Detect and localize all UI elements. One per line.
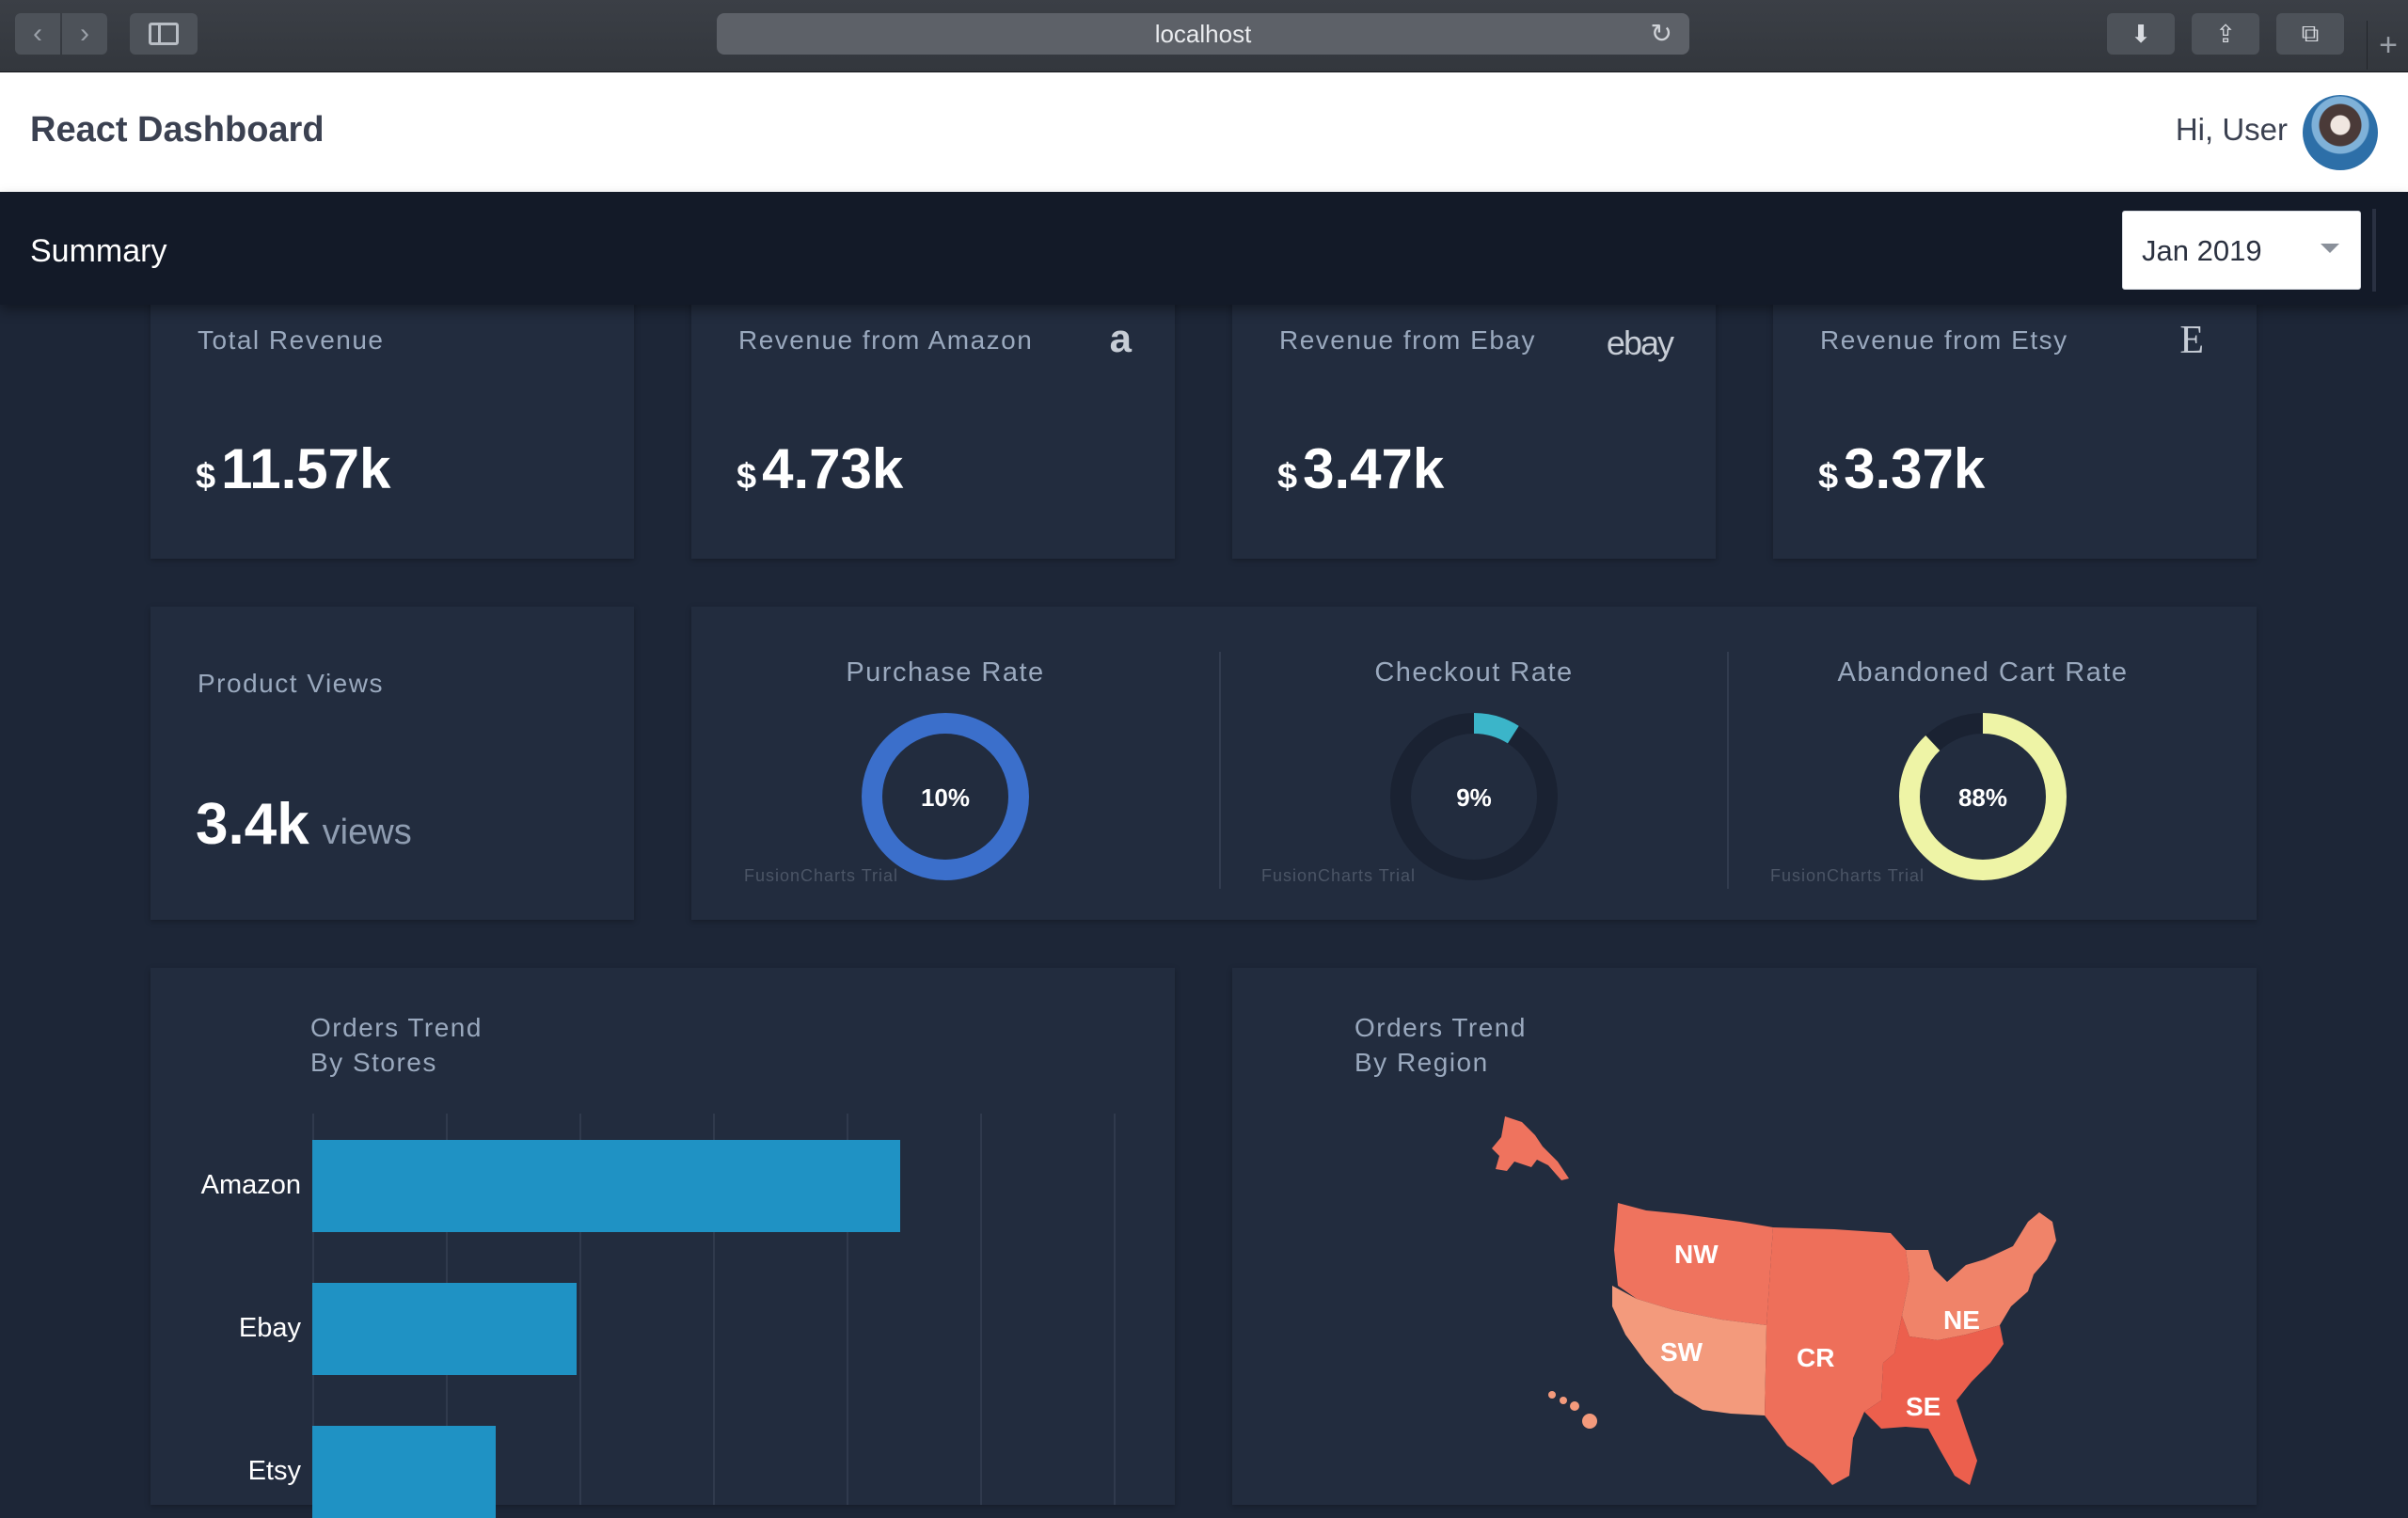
- currency-symbol: $: [1818, 457, 1839, 497]
- map-region-hawaii-2: [1560, 1397, 1567, 1404]
- caret-down-icon: [2321, 244, 2339, 253]
- kpi-value: $3.47k: [1277, 436, 1444, 501]
- summary-bar: Summary Jan 2019: [0, 192, 2408, 305]
- gauge-title: Checkout Rate: [1374, 657, 1574, 688]
- gauge-abandoned-cart-rate: Abandoned Cart Rate 88% FusionCharts Tri…: [1729, 607, 2237, 917]
- region-label-se: SE: [1906, 1392, 1941, 1421]
- bar-label-amazon: Amazon: [200, 1170, 301, 1200]
- kpi-amount: 3.37k: [1844, 437, 1986, 500]
- map-region-hawaii-3: [1570, 1401, 1579, 1411]
- gauge-checkout-rate: Checkout Rate 9% FusionCharts Trial: [1220, 607, 1728, 917]
- region-label-ne: NE: [1943, 1305, 1980, 1335]
- ebay-icon: ebay: [1606, 324, 1674, 362]
- download-icon: ⬇: [2131, 19, 2151, 48]
- gauge-value: 88%: [1957, 783, 2008, 812]
- kpi-amount: 4.73k: [762, 437, 904, 500]
- sidebar-toggle-button[interactable]: [130, 13, 198, 55]
- bar-label-ebay: Ebay: [238, 1313, 301, 1343]
- map-region-cr[interactable]: [1765, 1227, 1909, 1485]
- chart-title-line1: Orders Trend: [310, 1013, 483, 1042]
- share-icon: ⇪: [2215, 19, 2236, 48]
- select-border: [2372, 209, 2376, 292]
- product-views-card: Product Views 3.4k views: [150, 607, 634, 920]
- product-views-unit: views: [322, 813, 412, 852]
- app-title: React Dashboard: [30, 110, 325, 150]
- chart-title-line2: By Stores: [310, 1048, 437, 1077]
- orders-by-region-card: Orders Trend By Region NW SW CR NE SE: [1232, 968, 2257, 1505]
- gauge-value: 9%: [1456, 783, 1492, 812]
- trial-watermark: FusionCharts Trial: [1770, 866, 1925, 885]
- kpi-label: Revenue from Amazon: [738, 325, 1034, 355]
- rates-card: Purchase Rate 10% FusionCharts Trial Che…: [691, 607, 2257, 920]
- region-label-nw: NW: [1674, 1240, 1719, 1269]
- gauge-title: Purchase Rate: [846, 657, 1045, 688]
- month-select[interactable]: Jan 2019: [2122, 211, 2361, 290]
- gauge-value: 10%: [920, 783, 971, 812]
- address-bar[interactable]: localhost ↻: [717, 13, 1689, 55]
- plus-icon: +: [2379, 27, 2398, 63]
- gauge-purchase-rate: Purchase Rate 10% FusionCharts Trial: [691, 607, 1199, 917]
- tab-overview-button[interactable]: ⧉: [2276, 13, 2344, 55]
- map-region-hawaii-1: [1548, 1391, 1556, 1399]
- kpi-label: Total Revenue: [198, 325, 385, 355]
- bar-amazon[interactable]: [312, 1140, 900, 1232]
- chart-title: Orders Trend By Stores: [310, 1010, 483, 1080]
- bar-etsy[interactable]: [312, 1426, 496, 1518]
- chevron-right-icon: ›: [80, 18, 89, 49]
- map-region-alaska[interactable]: [1492, 1116, 1569, 1180]
- forward-button[interactable]: ›: [62, 13, 107, 55]
- region-label-cr: CR: [1797, 1343, 1834, 1372]
- product-views-number: 3.4k: [196, 792, 309, 857]
- kpi-value: $4.73k: [737, 436, 903, 501]
- tabs-icon: ⧉: [2301, 19, 2320, 47]
- address-text: localhost: [1154, 20, 1252, 48]
- grid-line: [1114, 1114, 1116, 1505]
- sidebar-icon: [149, 23, 179, 45]
- trial-watermark: FusionCharts Trial: [1261, 866, 1417, 885]
- kpi-amount: 11.57k: [221, 437, 391, 500]
- downloads-button[interactable]: ⬇: [2107, 13, 2175, 55]
- currency-symbol: $: [737, 457, 757, 497]
- trial-watermark: FusionCharts Trial: [744, 866, 899, 885]
- kpi-label: Revenue from Etsy: [1820, 325, 2068, 355]
- gauge-title: Abandoned Cart Rate: [1837, 657, 2129, 688]
- summary-title: Summary: [30, 233, 167, 269]
- browser-toolbar: ‹ › localhost ↻ ⬇ ⇪ ⧉ +: [0, 0, 2408, 72]
- kpi-value: $3.37k: [1818, 436, 1985, 501]
- chevron-left-icon: ‹: [33, 18, 42, 49]
- amazon-icon: a: [1109, 316, 1132, 360]
- bar-label-etsy: Etsy: [247, 1456, 301, 1486]
- us-region-map: NW SW CR NE SE: [1492, 1116, 2056, 1485]
- back-button[interactable]: ‹: [15, 13, 60, 55]
- etsy-icon: E: [2179, 319, 2204, 362]
- currency-symbol: $: [1277, 457, 1298, 497]
- product-views-label: Product Views: [198, 669, 384, 698]
- app-header: React Dashboard Hi, User: [0, 72, 2408, 192]
- user-greeting: Hi, User: [2175, 112, 2288, 147]
- bar-ebay[interactable]: [312, 1283, 578, 1375]
- orders-by-store-card: Orders Trend By Stores Amazon Ebay Etsy: [150, 968, 1175, 1518]
- avatar[interactable]: [2303, 95, 2378, 170]
- grid-line: [980, 1114, 982, 1505]
- region-label-sw: SW: [1660, 1337, 1703, 1367]
- product-views-value: 3.4k views: [196, 791, 412, 858]
- kpi-amount: 3.47k: [1303, 437, 1445, 500]
- kpi-label: Revenue from Ebay: [1279, 325, 1536, 355]
- currency-symbol: $: [196, 457, 216, 497]
- reload-icon[interactable]: ↻: [1651, 13, 1672, 55]
- kpi-value: $11.57k: [196, 436, 390, 501]
- month-select-value: Jan 2019: [2142, 234, 2262, 267]
- share-button[interactable]: ⇪: [2192, 13, 2259, 55]
- new-tab-button[interactable]: +: [2367, 21, 2408, 70]
- map-region-hawaii-4: [1582, 1414, 1597, 1429]
